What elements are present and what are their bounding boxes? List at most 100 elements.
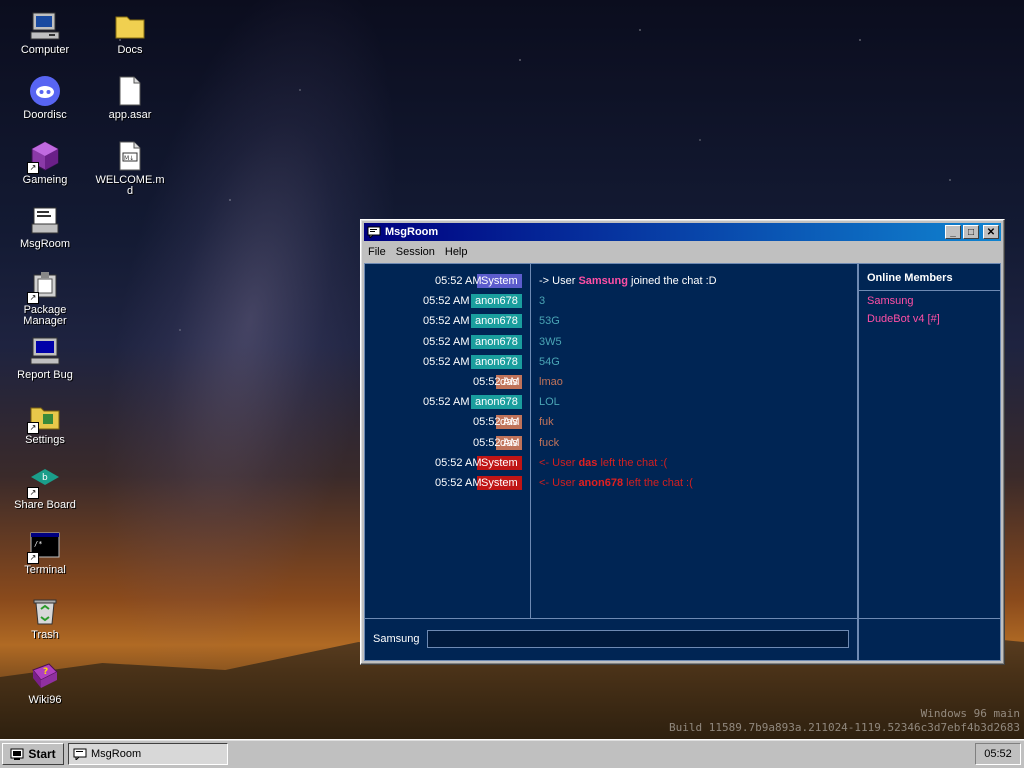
svg-text:?: ? <box>43 667 48 677</box>
chat-nick-badge[interactable]: System <box>477 455 522 470</box>
svg-text:b: b <box>42 473 48 483</box>
member-item[interactable]: DudeBot v4 [#] <box>859 309 1000 327</box>
chat-timestamp: 05:52 AM <box>423 355 470 368</box>
chat-message-row: anon678 05:52 AM LOL <box>365 393 857 411</box>
chat-timestamp: 05:52 AM <box>423 335 470 348</box>
message-input[interactable] <box>427 630 849 648</box>
desktop-icon-trash[interactable]: Trash <box>10 595 80 641</box>
close-button[interactable]: ✕ <box>983 225 999 239</box>
member-item[interactable]: Samsung <box>859 291 1000 309</box>
chat-nick-badge[interactable]: anon678 <box>471 314 522 329</box>
chat-message-suffix: left the chat :( <box>623 477 693 489</box>
chat-timestamp: 05:52 AM <box>435 275 482 287</box>
trash-icon <box>29 595 61 627</box>
current-user-label: Samsung <box>373 633 420 645</box>
watermark-line2: Build 11589.7b9a893a.211024-1119.52346c3… <box>669 721 1020 734</box>
chat-message-row: System 05:52 AM -> User Samsung joined the… <box>365 272 857 290</box>
chat-message-row: anon678 05:52 AM 3 <box>365 292 857 310</box>
chat-message-row: das05:52 AMfuck <box>473 435 560 450</box>
msgroom-icon <box>29 204 61 236</box>
desktop-icon-msgroom[interactable]: MsgRoom <box>10 204 80 250</box>
chat-icon <box>73 748 87 760</box>
taskbar-clock: 05:52 <box>975 743 1021 765</box>
icon-label: Trash <box>31 629 59 641</box>
chat-timestamp: 05:52 AM <box>435 456 482 469</box>
desktop-icon-report-bug[interactable]: Report Bug <box>10 335 80 381</box>
desktop-icon-doordisc[interactable]: Doordisc <box>10 75 80 121</box>
chat-message-row: das05:52 AMlmao <box>473 375 563 389</box>
desktop-icon-wiki96[interactable]: ? Wiki96 <box>10 660 80 706</box>
chat-nick-badge[interactable]: anon678 <box>471 354 522 369</box>
chat-message-text: 3 <box>539 295 546 308</box>
desktop-icon-package-manager[interactable]: ↗ Package Manager <box>10 270 80 327</box>
online-members-panel: Online Members Samsung DudeBot v4 [#] <box>858 263 1001 619</box>
desktop-icon-share-board[interactable]: b ↗ Share Board <box>10 465 80 511</box>
icon-label: Share Board <box>14 499 76 511</box>
chat-message-user: anon678 <box>578 477 624 489</box>
build-watermark: Windows 96 main Build 11589.7b9a893a.211… <box>669 707 1020 735</box>
chat-nick-badge[interactable]: anon678 <box>471 294 522 309</box>
taskbar: Start MsgRoom 05:52 <box>0 739 1024 768</box>
window-titlebar[interactable]: MsgRoom _ □ ✕ <box>364 223 1001 241</box>
menu-file[interactable]: File <box>364 246 392 258</box>
chat-message-text: lmao <box>539 376 563 388</box>
taskbar-item-label: MsgRoom <box>91 748 142 760</box>
chat-message-row: System 05:52 AM <- User das left the chat … <box>365 454 857 472</box>
menu-help[interactable]: Help <box>441 246 474 258</box>
share-board-icon: b ↗ <box>27 465 61 499</box>
desktop-icon-gameing[interactable]: ↗ Gameing <box>10 140 80 186</box>
desktop-icon-docs[interactable]: Docs <box>95 10 165 56</box>
icon-label: Doordisc <box>23 109 67 121</box>
desktop-icon-welcome-md[interactable]: M↓ WELCOME.md <box>95 140 165 197</box>
chat-nick-badge[interactable]: anon678 <box>471 395 522 410</box>
menubar: File Session Help <box>364 243 1001 261</box>
chat-log[interactable]: System 05:52 AM -> User Samsung joined the… <box>364 263 858 619</box>
chat-message-suffix: joined the chat :D <box>627 275 717 287</box>
desktop-icon-computer[interactable]: Computer <box>10 10 80 56</box>
chat-message-prefix: -> User <box>539 275 579 287</box>
icon-label: Gameing <box>22 174 68 186</box>
chat-message-prefix: <- User <box>539 456 579 469</box>
desktop-icon-app-asar[interactable]: app.asar <box>95 75 165 121</box>
chat-icon <box>367 226 381 238</box>
icon-label: app.asar <box>108 109 152 121</box>
maximize-button[interactable]: □ <box>963 225 979 239</box>
chat-timestamp: 05:52 AM <box>435 477 482 489</box>
chat-message-suffix: left the chat :( <box>597 456 668 469</box>
minimize-button[interactable]: _ <box>945 225 961 239</box>
chat-message-row: anon678 05:52 AM 53G <box>365 312 857 330</box>
start-button[interactable]: Start <box>2 743 64 765</box>
terminal-icon: /* ↗ <box>27 530 61 564</box>
report-bug-icon <box>29 335 61 367</box>
chat-message-text: LOL <box>539 396 560 409</box>
computer-icon <box>29 10 61 42</box>
taskbar-item-msgroom[interactable]: MsgRoom <box>68 743 228 765</box>
chat-message-text: 3W5 <box>539 335 562 348</box>
icon-label: Package Manager <box>23 304 67 327</box>
desktop-icon-settings[interactable]: ↗ Settings <box>10 400 80 446</box>
cube-icon: ↗ <box>27 140 61 174</box>
chat-nick-badge[interactable]: System <box>477 476 522 490</box>
members-panel-footer <box>858 619 1001 661</box>
chat-nick-badge[interactable]: System <box>477 274 522 288</box>
help-book-icon: ? <box>29 660 61 692</box>
chat-message-text: fuk <box>539 416 554 429</box>
chat-message-prefix: <- User <box>539 477 579 489</box>
chat-message-text: fuck <box>539 436 560 449</box>
watermark-line1: Windows 96 main <box>920 707 1020 720</box>
desktop-icon-terminal[interactable]: /* ↗ Terminal <box>10 530 80 576</box>
chat-message-text: 53G <box>539 315 560 328</box>
discord-icon <box>29 75 61 107</box>
msgroom-window[interactable]: MsgRoom _ □ ✕ File Session Help System 05… <box>360 219 1005 665</box>
chat-message-row: anon678 05:52 AM 54G <box>365 353 857 371</box>
icon-label: Docs <box>117 44 143 56</box>
package-icon: ↗ <box>27 270 61 304</box>
icon-label: Terminal <box>24 564 66 576</box>
chat-nick-badge[interactable]: anon678 <box>471 334 522 349</box>
markdown-file-icon: M↓ <box>114 140 146 172</box>
members-title: Online Members <box>859 264 1000 291</box>
menu-session[interactable]: Session <box>392 246 441 258</box>
icon-label: WELCOME.md <box>95 174 165 197</box>
chat-message-row: anon678 05:52 AM 3W5 <box>365 333 857 351</box>
svg-text:M↓: M↓ <box>124 155 134 162</box>
